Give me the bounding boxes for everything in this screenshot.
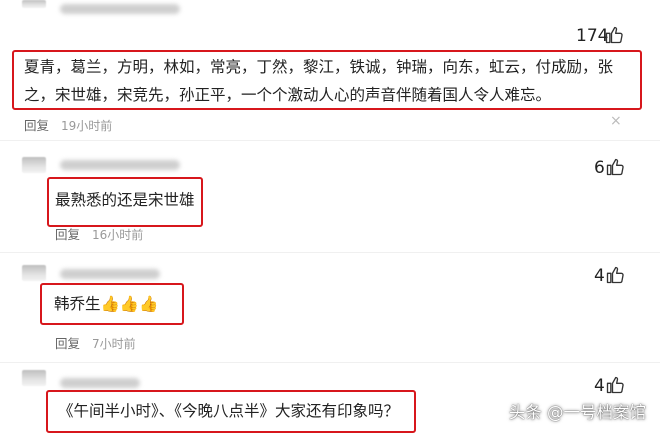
close-icon[interactable]: × [610, 113, 622, 129]
comment-meta: 回复 7小时前 [55, 333, 136, 352]
like-count: 4 [594, 266, 605, 286]
avatar [22, 0, 46, 8]
divider [0, 362, 660, 363]
comment-text: 韩乔生👍👍👍 [54, 295, 159, 313]
watermark: 头条 @一号档案馆 [508, 403, 646, 422]
timestamp: 7小时前 [92, 337, 136, 351]
comment-meta: 回复 19小时前 [24, 115, 112, 134]
reply-button[interactable]: 回复 [24, 118, 49, 133]
reply-button[interactable]: 回复 [55, 227, 80, 242]
avatar [22, 157, 46, 173]
timestamp: 16小时前 [92, 228, 144, 242]
thumbs-up-icon[interactable] [604, 25, 624, 45]
comment-text: 夏青，葛兰，方明，林如，常亮，丁然，黎江，铁诚，钟瑞，向东，虹云，付成励，张之，… [24, 58, 614, 104]
like-count: 4 [594, 376, 605, 396]
avatar [22, 265, 46, 281]
timestamp: 19小时前 [61, 119, 113, 133]
avatar [22, 370, 46, 386]
comment-text: 《午间半小时》、《今晚八点半》大家还有印象吗？ [58, 402, 400, 420]
thumbs-up-icon[interactable] [605, 265, 625, 285]
divider [0, 140, 660, 141]
like-count: 6 [594, 158, 605, 178]
thumbs-up-icon[interactable] [605, 375, 625, 395]
comment-text: 最熟悉的还是宋世雄 [55, 191, 195, 209]
blurred-username [60, 269, 160, 279]
blurred-username [60, 378, 140, 388]
thumbs-up-icon[interactable] [605, 157, 625, 177]
reply-button[interactable]: 回复 [55, 336, 80, 351]
comment-meta: 回复 16小时前 [55, 224, 143, 243]
divider [0, 252, 660, 253]
blurred-username [60, 160, 180, 170]
blurred-username [60, 4, 180, 14]
